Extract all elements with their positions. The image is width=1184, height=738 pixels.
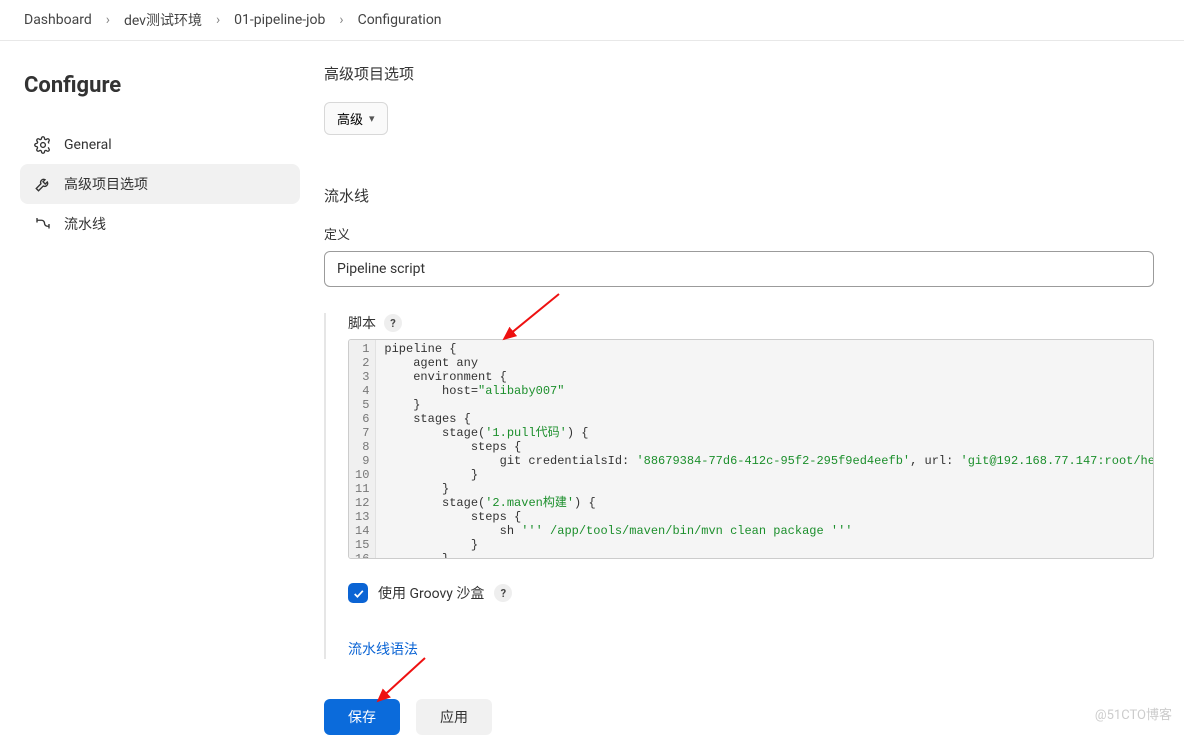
breadcrumb: Dashboard › dev测试环境 › 01-pipeline-job › … [0,0,1184,41]
breadcrumb-item[interactable]: Configuration [354,10,446,30]
sidebar-item-label: 流水线 [64,214,106,234]
pipeline-icon [34,215,52,233]
pipeline-heading: 流水线 [324,185,1184,206]
breadcrumb-item[interactable]: 01-pipeline-job [230,10,329,30]
script-editor[interactable]: 123456789101112131415161718 pipeline { a… [348,339,1154,559]
chevron-right-icon: › [210,12,226,28]
sidebar-item-general[interactable]: General [20,126,300,164]
sidebar-item-pipeline[interactable]: 流水线 [20,204,300,244]
sandbox-label: 使用 Groovy 沙盒 [378,583,484,603]
script-label: 脚本 [348,313,376,333]
apply-button[interactable]: 应用 [416,699,492,735]
sandbox-checkbox[interactable] [348,583,368,603]
sidebar-item-advanced[interactable]: 高级项目选项 [20,164,300,204]
definition-label: 定义 [324,224,1184,243]
breadcrumb-item[interactable]: dev测试环境 [120,8,206,32]
help-icon[interactable]: ? [494,584,512,602]
page-title: Configure [24,73,300,98]
save-button[interactable]: 保存 [324,699,400,735]
main-content: 高级项目选项 高级 ▾ 流水线 定义 Pipeline script 脚本 ? [310,41,1184,738]
advanced-heading: 高级项目选项 [324,63,1184,84]
definition-select[interactable]: Pipeline script [324,251,1154,287]
gear-icon [34,136,52,154]
sidebar-item-label: General [64,137,112,153]
wrench-icon [34,175,52,193]
pipeline-syntax-link[interactable]: 流水线语法 [348,642,418,658]
chevron-right-icon: › [333,12,349,28]
chevron-down-icon: ▾ [369,112,375,125]
watermark: @51CTO博客 [1095,704,1172,723]
breadcrumb-item[interactable]: Dashboard [20,10,96,30]
chevron-right-icon: › [100,12,116,28]
sidebar-item-label: 高级项目选项 [64,174,148,194]
help-icon[interactable]: ? [384,314,402,332]
sidebar: Configure General 高级项目选项 [0,41,310,738]
advanced-button-label: 高级 [337,109,363,128]
advanced-button[interactable]: 高级 ▾ [324,102,388,135]
